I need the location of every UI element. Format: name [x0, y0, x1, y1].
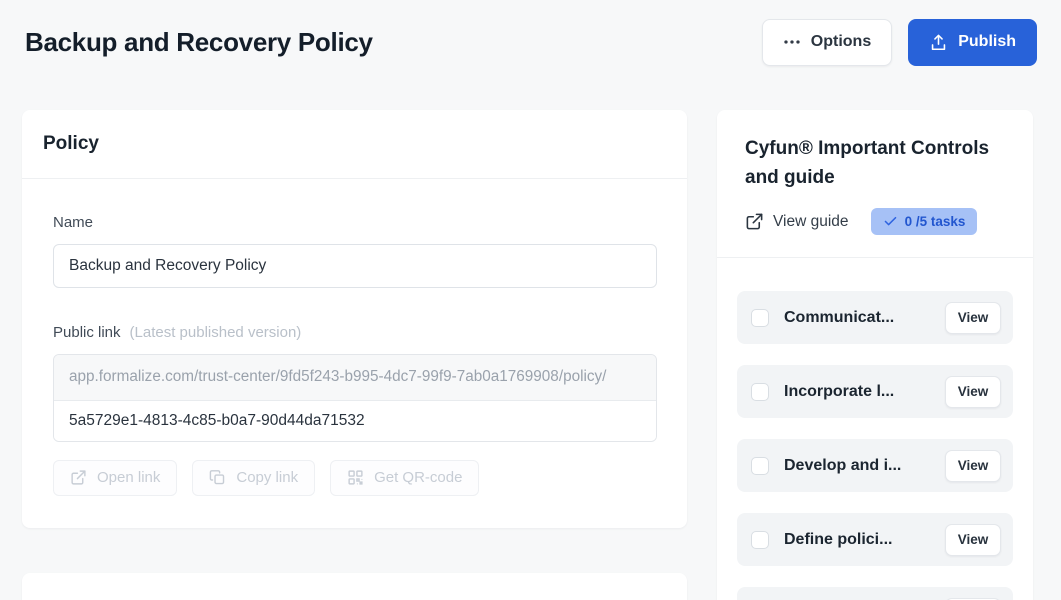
- external-link-icon: [70, 469, 87, 486]
- check-icon: [883, 214, 898, 229]
- get-qr-code-label: Get QR-code: [374, 469, 462, 486]
- view-guide-link[interactable]: View guide: [745, 212, 849, 231]
- task-view-button[interactable]: View: [945, 524, 1001, 556]
- task-item: Communicat... View: [737, 291, 1013, 344]
- task-view-button[interactable]: View: [945, 302, 1001, 334]
- tasks-progress-badge: 0 /5 tasks: [871, 208, 978, 235]
- task-checkbox[interactable]: [751, 309, 769, 327]
- publish-button-label: Publish: [958, 33, 1016, 51]
- policy-card-body: Name Public link (Latest published versi…: [22, 179, 687, 528]
- task-view-button[interactable]: View: [945, 450, 1001, 482]
- guide-title: Cyfun® Important Controls and guide: [745, 135, 1005, 192]
- tasks-badge-label: 0 /5 tasks: [905, 214, 966, 229]
- public-link-hint: (Latest published version): [130, 324, 302, 341]
- policy-name-input[interactable]: [53, 244, 657, 288]
- open-link-label: Open link: [97, 469, 160, 486]
- public-link-label: Public link: [53, 324, 121, 341]
- public-link-slug-input[interactable]: [54, 401, 656, 441]
- task-item: View: [737, 587, 1013, 600]
- next-section-card-peek: [22, 573, 687, 600]
- guide-card: Cyfun® Important Controls and guide View…: [717, 110, 1033, 600]
- get-qr-code-button[interactable]: Get QR-code: [330, 460, 479, 496]
- policy-card-title: Policy: [22, 110, 687, 179]
- public-link-prefix: app.formalize.com/trust-center/9fd5f243-…: [54, 355, 656, 401]
- options-button[interactable]: Options: [762, 19, 892, 66]
- public-link-group: app.formalize.com/trust-center/9fd5f243-…: [53, 354, 657, 442]
- external-link-icon: [745, 212, 764, 231]
- ellipsis-icon: [783, 33, 801, 51]
- task-checkbox[interactable]: [751, 531, 769, 549]
- copy-link-label: Copy link: [236, 469, 298, 486]
- task-item: Develop and i... View: [737, 439, 1013, 492]
- publish-button[interactable]: Publish: [908, 19, 1037, 66]
- public-link-section: Public link (Latest published version) a…: [53, 324, 657, 496]
- copy-link-button[interactable]: Copy link: [192, 460, 315, 496]
- policy-card: Policy Name Public link (Latest publishe…: [22, 110, 687, 528]
- right-column: Cyfun® Important Controls and guide View…: [717, 110, 1033, 600]
- task-view-button[interactable]: View: [945, 376, 1001, 408]
- link-actions: Open link Copy link: [53, 460, 657, 496]
- task-checkbox[interactable]: [751, 457, 769, 475]
- tasks-list: Communicat... View Incorporate l... View…: [717, 258, 1033, 600]
- name-label: Name: [53, 214, 657, 231]
- task-label: Incorporate l...: [784, 383, 930, 401]
- page-title: Backup and Recovery Policy: [25, 27, 373, 58]
- task-item: Incorporate l... View: [737, 365, 1013, 418]
- copy-icon: [209, 469, 226, 486]
- left-column: Policy Name Public link (Latest publishe…: [22, 110, 687, 600]
- page-header: Backup and Recovery Policy Options Publi…: [0, 0, 1061, 72]
- task-label: Develop and i...: [784, 457, 930, 475]
- task-label: Communicat...: [784, 309, 930, 327]
- qr-code-icon: [347, 469, 364, 486]
- guide-header: Cyfun® Important Controls and guide View…: [717, 110, 1033, 258]
- open-link-button[interactable]: Open link: [53, 460, 177, 496]
- task-label: Define polici...: [784, 531, 930, 549]
- main-content: Policy Name Public link (Latest publishe…: [0, 110, 1061, 600]
- view-guide-label: View guide: [773, 213, 849, 231]
- task-checkbox[interactable]: [751, 383, 769, 401]
- task-item: Define polici... View: [737, 513, 1013, 566]
- options-button-label: Options: [811, 33, 871, 51]
- upload-icon: [929, 33, 948, 52]
- header-actions: Options Publish: [762, 19, 1037, 66]
